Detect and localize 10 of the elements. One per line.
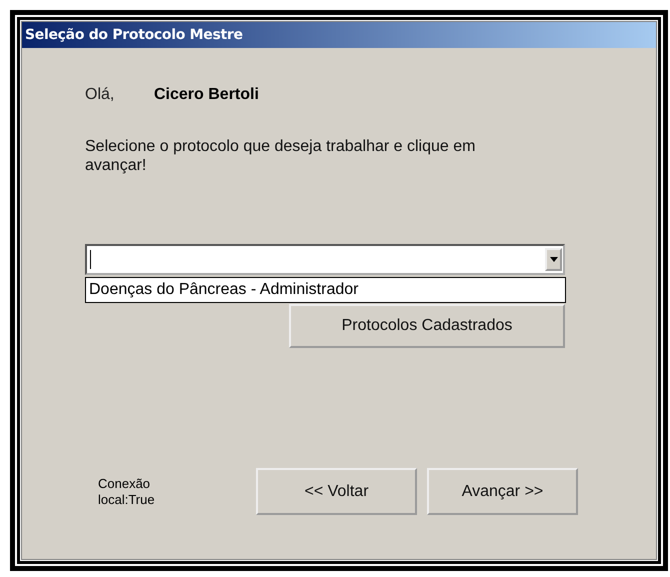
back-button[interactable]: << Voltar [256,468,417,515]
connection-status: Conexão local:True [98,476,156,508]
registered-protocols-button[interactable]: Protocolos Cadastrados [289,304,565,348]
protocol-combo[interactable] [85,244,565,275]
user-name: Cicero Bertoli [154,86,259,104]
dropdown-item[interactable]: Doenças do Pâncreas - Administrador [86,278,565,302]
next-button[interactable]: Avançar >> [427,468,578,515]
greeting-label: Olá, [85,86,116,104]
window-title: Seleção do Protocolo Mestre [22,22,656,48]
instruction-text: Selecione o protocolo que deseja trabalhar e clique em avançar! [85,137,476,175]
